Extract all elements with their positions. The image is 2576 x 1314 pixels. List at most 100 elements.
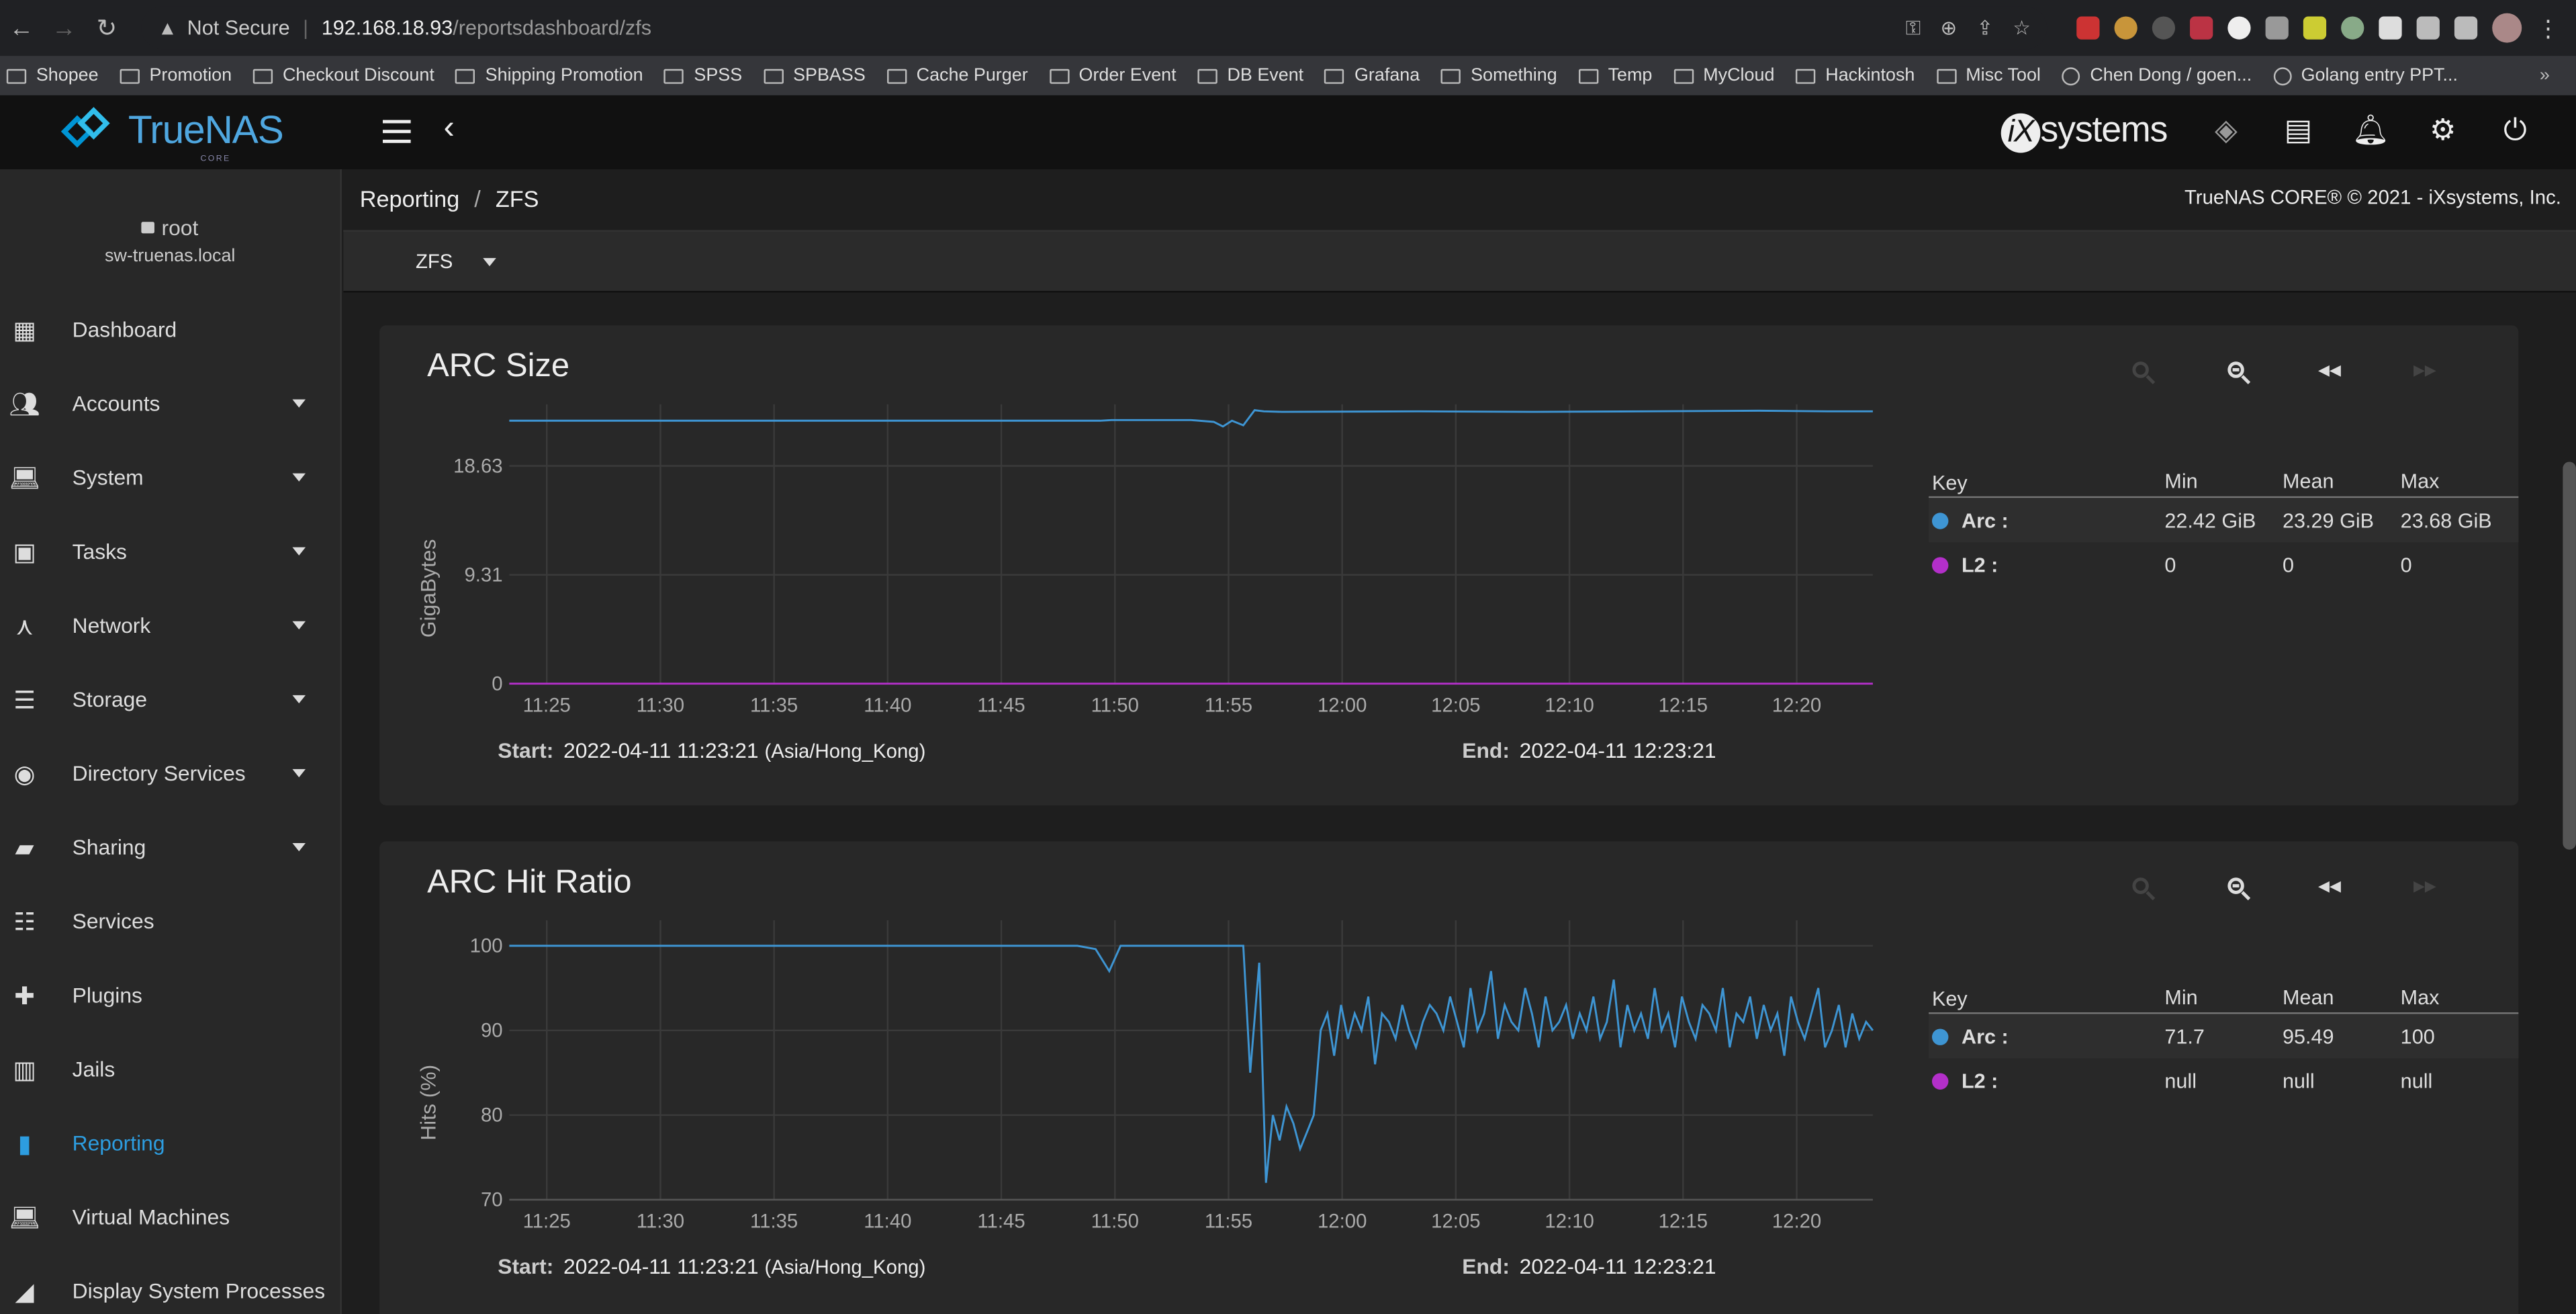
share-icon[interactable]: ⇪ bbox=[1976, 15, 1993, 40]
profile-avatar[interactable] bbox=[2492, 13, 2522, 43]
step-back-icon[interactable]: ◀◀ bbox=[2313, 355, 2346, 384]
task-manager-icon[interactable]: ▤ bbox=[2281, 112, 2317, 148]
sidebar-item-storage[interactable]: ☰ Storage bbox=[0, 662, 340, 736]
reading-list-icon[interactable] bbox=[2416, 16, 2440, 40]
gear-icon[interactable]: ⚙ bbox=[2425, 112, 2461, 148]
step-forward-icon[interactable]: ▶▶ bbox=[2408, 871, 2441, 901]
bookmarks-more-icon[interactable]: » bbox=[2540, 66, 2550, 85]
sidebar-item-sharing[interactable]: ▰ Sharing bbox=[0, 810, 340, 884]
bookmark-item[interactable]: Shipping Promotion bbox=[455, 66, 643, 85]
chart-icon: ▮ bbox=[17, 1129, 32, 1158]
sidebar-item-plugins[interactable]: ✚ Plugins bbox=[0, 958, 340, 1032]
sidebar-item-label: Jails bbox=[72, 1057, 116, 1082]
bookmark-item[interactable]: Promotion bbox=[120, 66, 232, 85]
extension-icon[interactable] bbox=[2076, 16, 2100, 40]
extension-icon[interactable] bbox=[2303, 16, 2327, 40]
bookmark-item[interactable]: Golang entry PPT... bbox=[2273, 66, 2458, 85]
truecommand-icon[interactable]: ◈ bbox=[2208, 112, 2244, 148]
zoom-out-icon[interactable] bbox=[2219, 355, 2252, 384]
step-forward-icon[interactable]: ▶▶ bbox=[2408, 355, 2441, 384]
y-tick-label: 70 bbox=[481, 1189, 503, 1211]
people-icon: 👥︎ bbox=[9, 390, 41, 419]
bookmark-item[interactable]: DB Event bbox=[1197, 66, 1303, 85]
x-tick-label: 11:25 bbox=[523, 694, 571, 716]
bookmark-item[interactable]: Order Event bbox=[1049, 66, 1177, 85]
bookmark-item[interactable]: Chen Dong / goen... bbox=[2062, 66, 2252, 85]
url-field[interactable]: ▲ Not Secure | 192.168.18.93/reportsdash… bbox=[141, 6, 2048, 50]
puzzle-icon: ✚ bbox=[14, 981, 36, 1010]
content-scrollbar[interactable] bbox=[2563, 462, 2576, 850]
legend-key: L2 : bbox=[1929, 1069, 2164, 1092]
zoom-out-icon[interactable] bbox=[2219, 871, 2252, 901]
zoom-icon[interactable]: ⊕ bbox=[1940, 15, 1957, 40]
extension-icon[interactable] bbox=[2227, 16, 2251, 40]
bookmark-item[interactable]: Something bbox=[1441, 66, 1557, 85]
bookmark-item[interactable]: Checkout Discount bbox=[252, 66, 434, 85]
truenas-logo[interactable]: TrueNAS CORE bbox=[60, 107, 284, 165]
reload-icon[interactable]: ↻ bbox=[85, 0, 128, 56]
bookmark-label: Shopee bbox=[36, 65, 99, 86]
step-back-icon[interactable]: ◀◀ bbox=[2313, 871, 2346, 901]
truenas-logo-icon bbox=[60, 107, 118, 154]
series-dot-icon bbox=[1931, 1072, 1949, 1089]
legend-mean-header: Mean bbox=[2283, 986, 2334, 1010]
bookmark-item[interactable]: MyCloud bbox=[1673, 66, 1774, 85]
collapse-chevron-icon[interactable]: ‹ bbox=[444, 110, 455, 148]
star-icon[interactable]: ☆ bbox=[2013, 15, 2030, 40]
forward-arrow-icon[interactable]: → bbox=[43, 0, 86, 56]
legend-key-header: Key bbox=[1931, 472, 1968, 495]
sidebar-item-system[interactable]: 💻︎ System bbox=[0, 441, 340, 515]
extension-icon[interactable] bbox=[2190, 16, 2213, 40]
sidebar-item-network[interactable]: ⋏ Network bbox=[0, 588, 340, 662]
extension-icon[interactable] bbox=[2265, 16, 2289, 40]
sidebar-item-services[interactable]: ☷ Services bbox=[0, 884, 340, 958]
sidebar-item-directory-services[interactable]: ◉ Directory Services bbox=[0, 736, 340, 810]
sidebar-item-display-system-processes[interactable]: ◢ Display System Processes bbox=[0, 1254, 340, 1314]
breadcrumb-reporting[interactable]: Reporting bbox=[360, 185, 460, 212]
x-tick-label: 12:05 bbox=[1431, 694, 1480, 716]
breadcrumb-separator: / bbox=[474, 185, 481, 212]
menu-toggle-icon[interactable] bbox=[383, 120, 411, 150]
legend-key: L2 : bbox=[1929, 553, 2164, 576]
y-axis-title: GigaBytes bbox=[415, 539, 441, 638]
sidebar-item-accounts[interactable]: 👥︎ Accounts bbox=[0, 367, 340, 441]
kebab-menu-icon[interactable]: ⋮ bbox=[2536, 14, 2559, 42]
start-label: Start: bbox=[498, 738, 554, 763]
sidebar-item-reporting[interactable]: ▮ Reporting bbox=[0, 1106, 340, 1180]
zoom-in-icon[interactable] bbox=[2124, 355, 2157, 384]
chevron-down-icon bbox=[292, 473, 306, 482]
power-icon[interactable]: ⏻ bbox=[2497, 112, 2534, 148]
sidebar-item-virtual-machines[interactable]: 💻︎ Virtual Machines bbox=[0, 1180, 340, 1254]
side-panel-icon[interactable] bbox=[2454, 16, 2478, 40]
bookmark-item[interactable]: Temp bbox=[1578, 66, 1652, 85]
bookmark-item[interactable]: Grafana bbox=[1324, 66, 1420, 85]
bookmark-item[interactable]: Cache Purger bbox=[886, 66, 1028, 85]
folder-icon bbox=[120, 68, 140, 83]
extension-icon[interactable] bbox=[2152, 16, 2176, 40]
report-type-select[interactable]: ZFS bbox=[416, 250, 496, 273]
tune-icon: ☷ bbox=[13, 908, 36, 936]
x-tick-label: 12:20 bbox=[1772, 1210, 1821, 1232]
x-tick-label: 12:00 bbox=[1318, 1210, 1367, 1232]
cookie-extension-icon[interactable] bbox=[2114, 16, 2137, 40]
bookmark-item[interactable]: Hackintosh bbox=[1796, 66, 1915, 85]
key-icon[interactable]: ⚿ bbox=[1906, 15, 1921, 40]
bookmark-label: Chen Dong / goen... bbox=[2090, 65, 2252, 86]
bookmark-item[interactable]: Shopee bbox=[6, 65, 99, 86]
bell-icon[interactable]: 🔔︎ bbox=[2352, 112, 2389, 148]
app-header: TrueNAS CORE ‹ iX systems ◈ ▤ 🔔︎ ⚙ ⏻ bbox=[0, 95, 2576, 169]
legend-key: Arc : bbox=[1929, 1024, 2164, 1048]
legend-max-header: Max bbox=[2400, 470, 2440, 493]
sidebar-item-tasks[interactable]: ▣ Tasks bbox=[0, 515, 340, 588]
back-arrow-icon[interactable]: ← bbox=[0, 0, 43, 56]
extension-icon[interactable] bbox=[2341, 16, 2364, 40]
bookmark-item[interactable]: SPBASS bbox=[764, 66, 866, 85]
x-tick-label: 12:05 bbox=[1431, 1210, 1480, 1232]
sidebar-item-jails[interactable]: ▥ Jails bbox=[0, 1032, 340, 1106]
sidebar-item-dashboard[interactable]: ▦ Dashboard bbox=[0, 292, 340, 366]
bookmark-item[interactable]: Misc Tool bbox=[1936, 66, 2041, 85]
puzzle-extensions-icon[interactable] bbox=[2379, 16, 2402, 40]
start-time: Start: 2022-04-11 11:23:21 (Asia/Hong_Kon… bbox=[498, 1254, 925, 1279]
zoom-in-icon[interactable] bbox=[2124, 871, 2157, 901]
bookmark-item[interactable]: SPSS bbox=[664, 66, 742, 85]
